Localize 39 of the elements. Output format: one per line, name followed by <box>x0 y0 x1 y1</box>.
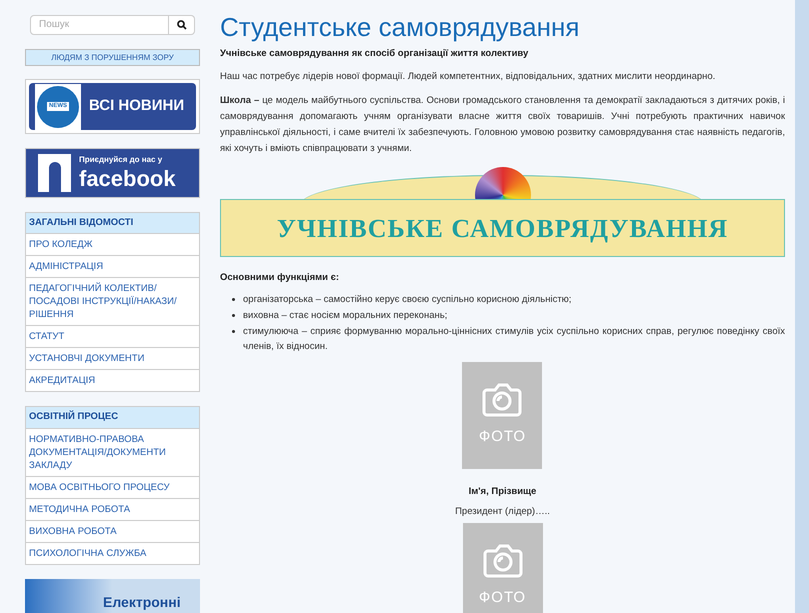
menu-link[interactable]: АДМІНІСТРАЦІЯ <box>26 255 199 278</box>
e-services-banner[interactable]: Електронні <box>25 578 200 613</box>
facebook-label: facebook <box>79 166 176 192</box>
facebook-caption: Приєднуйся до нас у <box>79 154 164 166</box>
paragraph: Школа – це модель майбутнього суспільства. Основи громадського становлення та демократії закладаються з дитячих років, і самоврядування допомагають учням організувати власне життя своїх товаришів. Учні потребують практичних навичок управлінської діяльності, і саме вчителі їх забезпечують. Головною умовою розвитку самоврядування стає наявність педагогів, які хочуть і вміють співпрацювати з учнями. <box>220 94 785 156</box>
function-item: організаторська – самостійно керує своєю суспільно корисною діяльністю; <box>232 292 785 306</box>
functions-heading: Основними функціями є: <box>220 271 340 286</box>
menu-heading: ЗАГАЛЬНІ ВІДОМОСТІ <box>26 213 199 234</box>
function-item: виховна – стає носієм моральних переконань; <box>232 308 785 322</box>
menu-link[interactable]: ВИХОВНА РОБОТА <box>26 520 199 542</box>
facebook-banner[interactable]: Приєднуйся до нас у facebook <box>25 148 200 198</box>
menu-heading: ОСВІТНІЙ ПРОЦЕС <box>26 407 199 429</box>
news-label: ВСІ НОВИНИ <box>89 96 184 116</box>
function-item: стимулююча – сприяє формуванню морально-ціннісних стимулів усіх суспільно корисних справ, регулює поведінку своїх членів, їх відносин. <box>232 324 785 354</box>
menu-link[interactable]: ПСИХОЛОГІЧНА СЛУЖБА <box>26 542 199 564</box>
search-field[interactable]: Пошук <box>30 15 169 35</box>
menu-link[interactable]: УСТАНОВЧІ ДОКУМЕНТИ <box>26 347 199 370</box>
facebook-logo-icon <box>38 154 71 192</box>
photo-label: ФОТО <box>478 588 526 608</box>
menu-link[interactable]: ПРО КОЛЕДЖ <box>26 234 199 256</box>
member-name: Ім'я, Прізвище <box>468 484 536 498</box>
search-button[interactable] <box>169 15 195 35</box>
accessibility-button[interactable]: ЛЮДЯМ З ПОРУШЕННЯМ ЗОРУ <box>25 48 200 66</box>
search-icon <box>176 20 186 30</box>
banner-label: Електронні <box>103 593 181 612</box>
page-title: Студентське самоврядування <box>220 12 580 42</box>
menu-link[interactable]: СТАТУТ <box>26 325 199 348</box>
photo-label: ФОТО <box>478 426 526 447</box>
menu-link[interactable]: МОВА ОСВІТНЬОГО ПРОЦЕСУ <box>26 476 199 498</box>
menu-link[interactable]: МЕТОДИЧНА РОБОТА <box>26 498 199 520</box>
menu-link[interactable]: АКРЕДИТАЦІЯ <box>26 369 199 392</box>
paragraph: Наш час потребує лідерів нової формації. Людей компетентних, відповідальних, здатних мислити неординарно. <box>220 70 716 84</box>
menu-link[interactable]: ПЕДАГОГІЧНИЙ КОЛЕКТИВ/ ПОСАДОВІ ІНСТРУКЦІЇ/НАКАЗИ/ РІШЕННЯ <box>26 277 199 326</box>
menu-link[interactable]: НОРМАТИВНО-ПРАВОВА ДОКУМЕНТАЦІЯ/ДОКУМЕНТИ ЗАКЛАДУ <box>26 428 199 476</box>
camera-icon <box>482 543 524 579</box>
member-role: Президент (лідер)….. <box>455 504 550 519</box>
subtitle: Учнівське самоврядування як спосіб організації життя колективу <box>220 47 530 61</box>
banner-text: УЧНІВСЬКЕ САМОВРЯДУВАННЯ <box>276 212 728 245</box>
camera-icon <box>481 382 524 418</box>
